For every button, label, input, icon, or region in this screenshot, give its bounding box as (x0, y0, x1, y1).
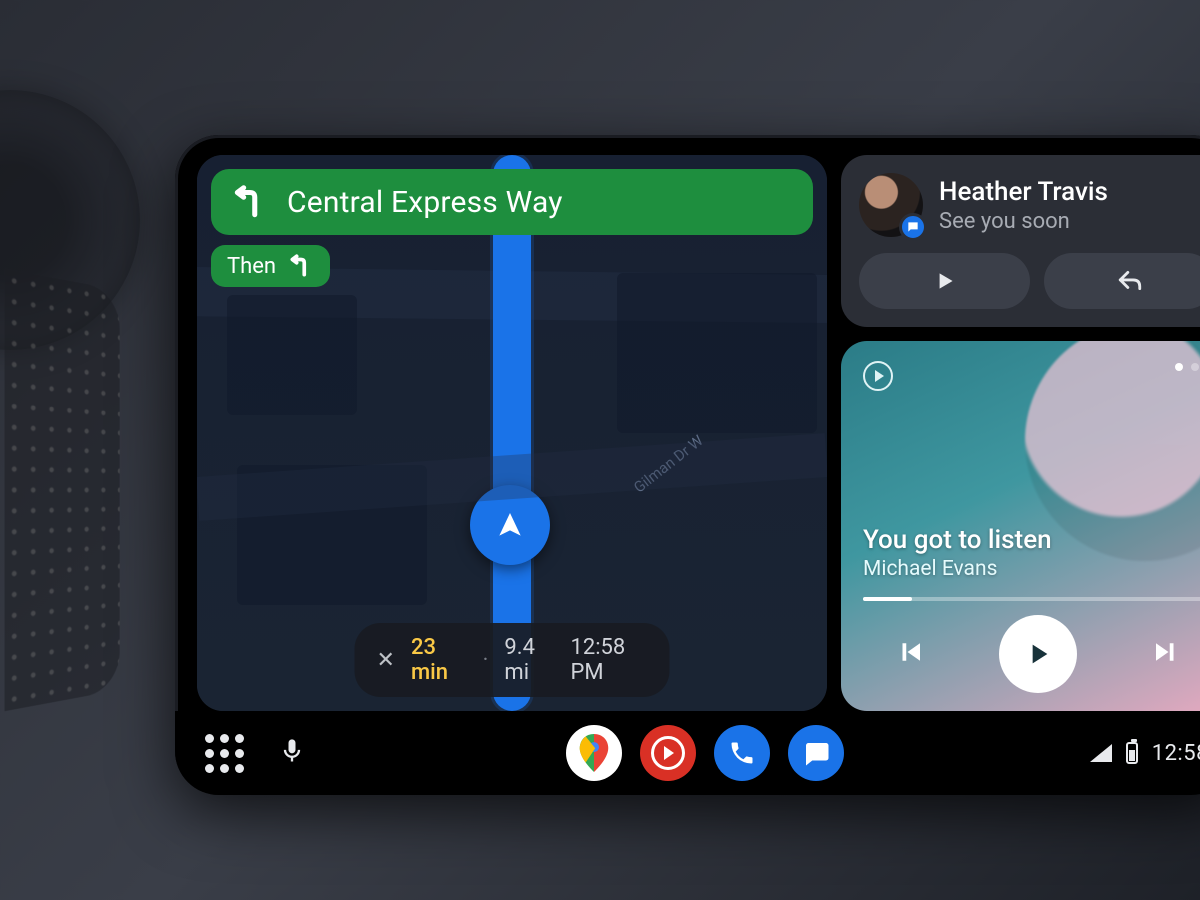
next-step-chip[interactable]: Then (211, 245, 330, 287)
playback-progress[interactable] (863, 597, 1200, 601)
app-dock: 12:58 (175, 711, 1200, 795)
maps-app-button[interactable] (566, 725, 622, 781)
skip-next-icon (1151, 637, 1181, 667)
phone-icon (728, 739, 756, 767)
app-launcher-button[interactable] (205, 734, 244, 773)
vehicle-marker (470, 485, 550, 565)
eta-arrival: 12:58 PM (570, 635, 647, 685)
navigation-arrow-icon (494, 509, 526, 541)
street-label: Gilman Dr W (630, 431, 706, 496)
previous-track-button[interactable] (895, 637, 925, 671)
direction-banner[interactable]: Central Express Way (211, 169, 813, 235)
reply-icon (1117, 268, 1143, 294)
page-indicator[interactable] (1175, 363, 1200, 371)
navigation-card[interactable]: Gilman Dr W Central Express Way Then ✕ (197, 155, 827, 711)
map-block (237, 465, 427, 605)
next-track-button[interactable] (1151, 637, 1181, 671)
skip-previous-icon (895, 637, 925, 667)
eta-duration: 23 min (411, 635, 467, 685)
play-icon (932, 268, 958, 294)
youtube-music-app-button[interactable] (640, 725, 696, 781)
then-label: Then (227, 254, 276, 279)
youtube-music-icon (651, 736, 685, 770)
reply-button[interactable] (1044, 253, 1200, 309)
status-clock: 12:58 (1152, 741, 1200, 766)
sender-avatar (859, 173, 923, 237)
message-body: See you soon (939, 209, 1108, 234)
play-icon (1022, 638, 1054, 670)
media-card[interactable]: You got to listen Michael Evans (841, 341, 1200, 711)
eta-bar[interactable]: ✕ 23 min · 9.4 mi 12:58 PM (355, 623, 670, 697)
messages-icon (801, 738, 831, 768)
turn-left-icon (231, 183, 269, 221)
microphone-icon (278, 737, 306, 765)
turn-left-icon (288, 253, 314, 279)
map-block (617, 273, 817, 433)
track-artist: Michael Evans (863, 557, 1200, 581)
message-card[interactable]: Heather Travis See you soon (841, 155, 1200, 327)
map-block (227, 295, 357, 415)
sender-name: Heather Travis (939, 177, 1108, 207)
dashboard-speaker (5, 269, 120, 712)
phone-app-button[interactable] (714, 725, 770, 781)
close-icon[interactable]: ✕ (377, 648, 395, 673)
eta-distance: 9.4 mi (504, 635, 554, 685)
messages-app-badge-icon (899, 213, 927, 241)
cell-signal-icon (1090, 744, 1112, 762)
track-title: You got to listen (863, 525, 1200, 555)
play-message-button[interactable] (859, 253, 1030, 309)
play-pause-button[interactable] (999, 615, 1077, 693)
maps-icon (579, 734, 609, 772)
battery-icon (1126, 742, 1138, 764)
head-unit: Gilman Dr W Central Express Way Then ✕ (175, 135, 1200, 795)
voice-assistant-button[interactable] (278, 737, 306, 769)
media-source-icon (863, 361, 893, 391)
separator-dot: · (483, 648, 489, 673)
direction-road-name: Central Express Way (287, 185, 563, 220)
messages-app-button[interactable] (788, 725, 844, 781)
